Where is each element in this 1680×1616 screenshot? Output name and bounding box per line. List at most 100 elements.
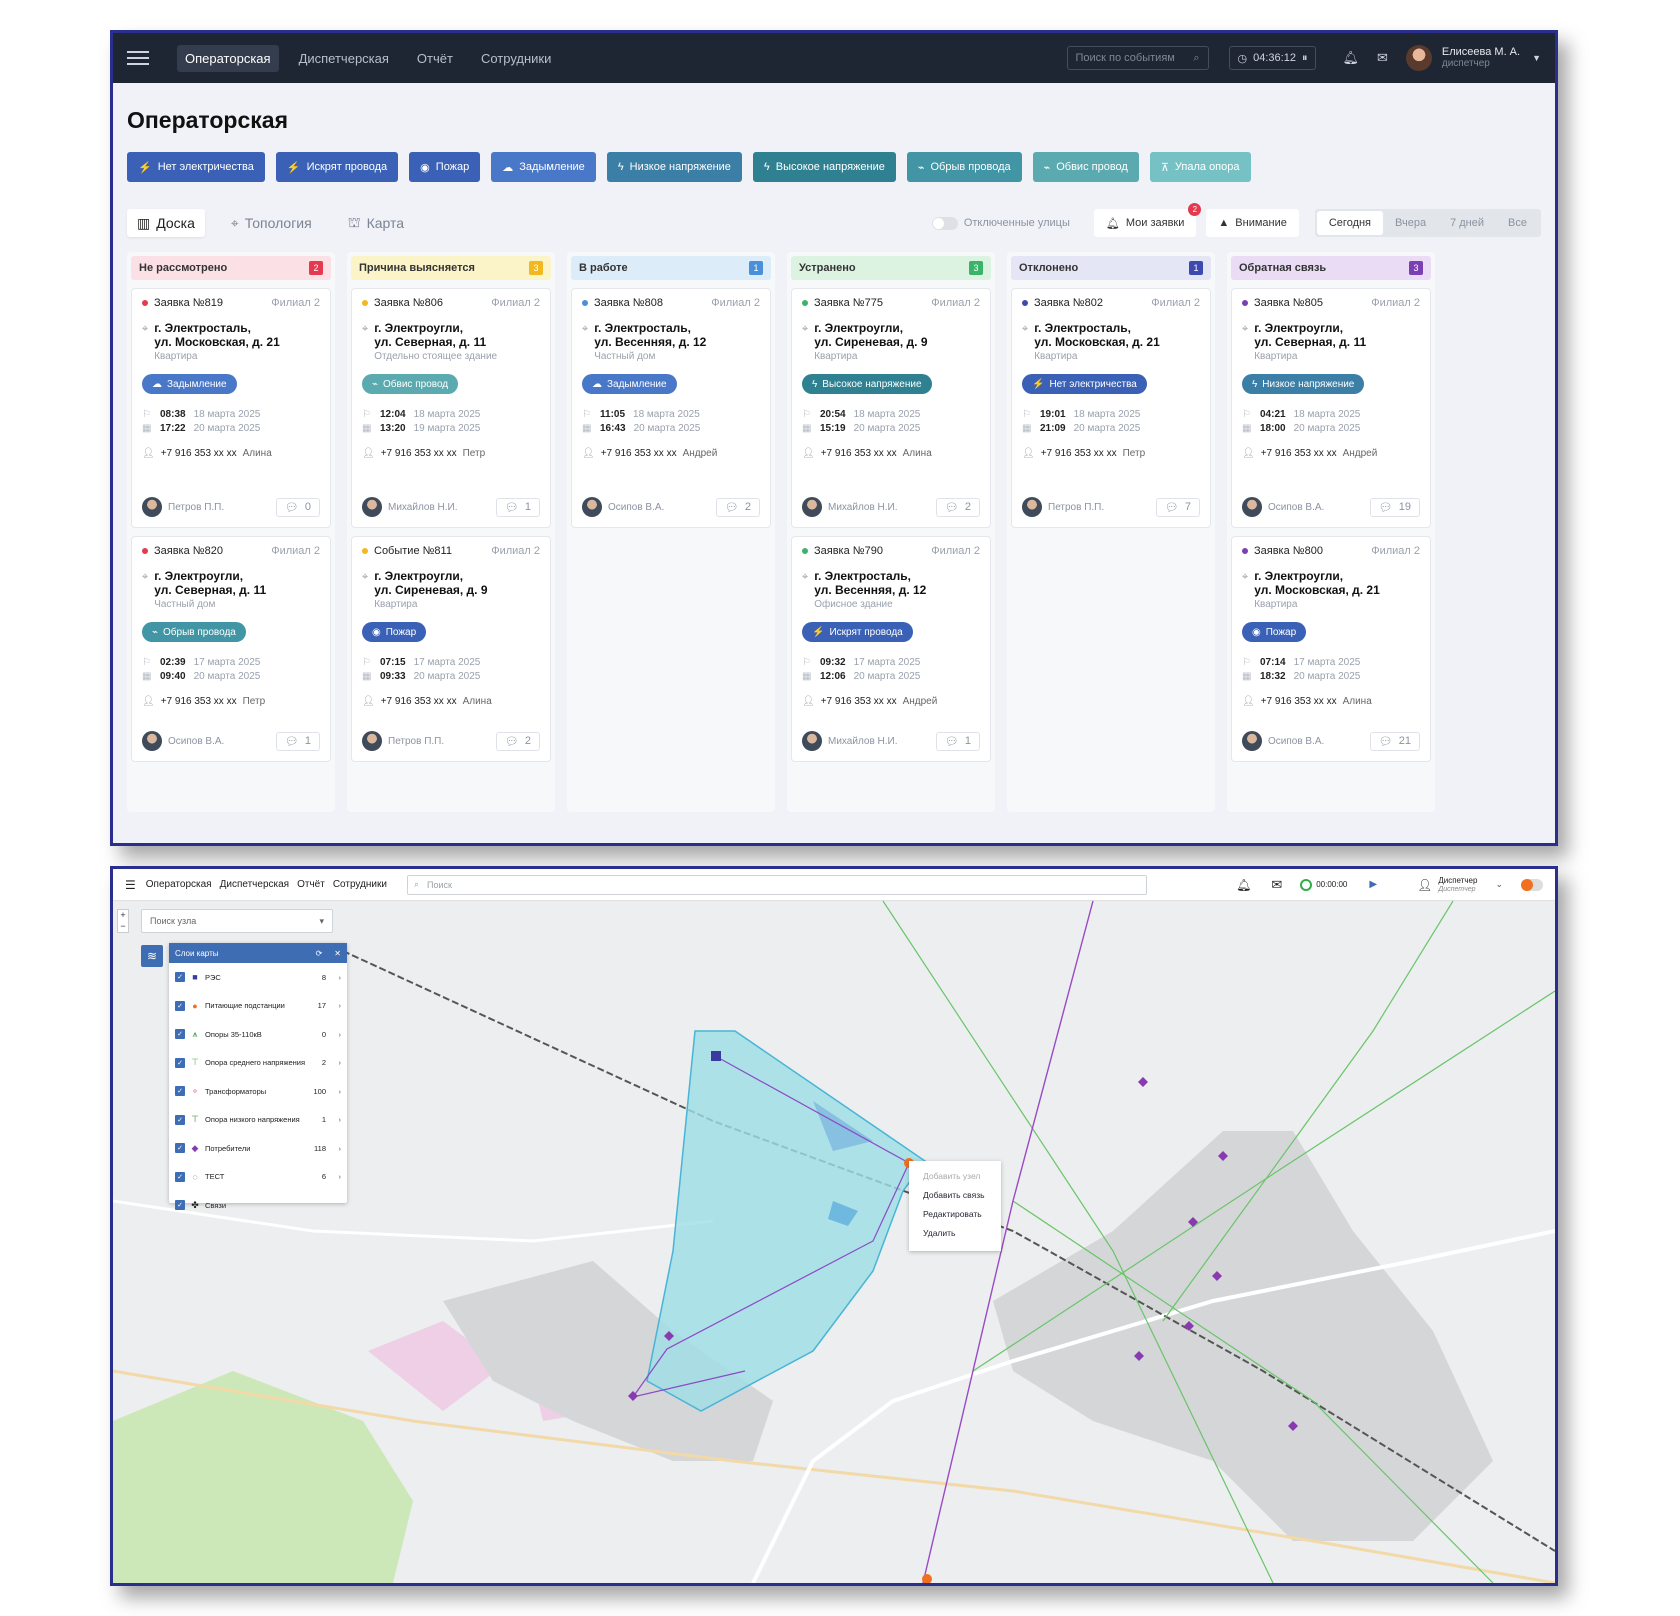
event-button[interactable]: ⌁ Обвис провод [1032, 152, 1139, 182]
map-user-info[interactable]: Диспетчер Диспетчер [1438, 876, 1477, 894]
disabled-streets-toggle[interactable] [931, 216, 958, 230]
event-button[interactable]: ◉ Пожар [409, 152, 481, 182]
comments-button[interactable]: 💬︎ 0 [275, 497, 320, 517]
comments-button[interactable]: 💬︎ 1 [275, 731, 320, 751]
event-button[interactable]: ϟ Высокое напряжение [752, 152, 896, 182]
request-card[interactable]: Заявка №806 Филиал 2 ⌖ г. Электроугли, ул. С… [351, 288, 551, 528]
my-requests-button[interactable]: 🔔︎ Мои заявки 2 [1093, 203, 1202, 237]
bell-icon[interactable]: 🔔︎ [1236, 878, 1251, 892]
comments-button[interactable]: 💬︎ 2 [495, 731, 540, 751]
event-button[interactable]: ⌁ Обрыв провода [906, 152, 1022, 182]
comments-button[interactable]: 💬︎ 19 [1369, 497, 1420, 517]
layer-checkbox[interactable]: ✓ [175, 1086, 185, 1097]
zoom-control[interactable]: + − [117, 909, 129, 933]
shift-timer[interactable]: ◷ 04:36:12 ⏸ [1228, 46, 1317, 70]
context-add-node[interactable]: Добавить узел [923, 1167, 987, 1186]
nav-tab-report[interactable]: Отчёт [409, 45, 461, 72]
nav-tab-report[interactable]: Отчёт [297, 879, 325, 890]
chevron-right-icon[interactable]: › [331, 1087, 342, 1096]
nav-tab-operator[interactable]: Операторская [177, 44, 279, 72]
comments-button[interactable]: 💬︎ 1 [935, 731, 980, 751]
nav-tab-employees[interactable]: Сотрудники [473, 45, 559, 72]
event-button[interactable]: ☁ Задымление [491, 152, 596, 182]
layer-row[interactable]: ✓ ✤ Связи [169, 1191, 347, 1220]
chevron-down-icon[interactable]: ⌄ [1495, 879, 1503, 890]
layer-row[interactable]: ✓ ⩚ Опоры 35-110кВ 0 › [169, 1020, 347, 1049]
event-button[interactable]: ⚡ Искрят провода [275, 152, 399, 182]
tab-board[interactable]: ▥ Доска [127, 209, 205, 237]
period-yesterday[interactable]: Вчера [1383, 211, 1438, 235]
zoom-in-icon[interactable]: + [118, 910, 128, 921]
layer-checkbox[interactable]: ✓ [175, 1057, 185, 1068]
map-search-input[interactable]: ⌕ Поиск [406, 874, 1147, 895]
status-toggle[interactable] [1521, 878, 1543, 891]
bell-icon[interactable]: 🔔︎ [1342, 50, 1359, 66]
attention-button[interactable]: ▲ Внимание [1206, 209, 1299, 237]
layer-row[interactable]: ✓ ⊤ Опора среднего напряжения 2 › [169, 1049, 347, 1078]
nav-tab-dispatcher[interactable]: Диспетчерская [291, 45, 397, 72]
layer-checkbox[interactable]: ✓ [175, 1000, 185, 1011]
context-delete[interactable]: Удалить [923, 1224, 987, 1243]
layer-row[interactable]: ✓ ■ РЭС 8 › [169, 963, 347, 992]
res-node[interactable] [711, 1051, 721, 1061]
nav-tab-employees[interactable]: Сотрудники [333, 879, 387, 890]
request-card[interactable]: Заявка №805 Филиал 2 ⌖ г. Электроугли, ул. С… [1231, 288, 1431, 528]
chevron-right-icon[interactable]: › [331, 1144, 342, 1153]
comments-button[interactable]: 💬︎ 1 [495, 497, 540, 517]
request-card[interactable]: Заявка №775 Филиал 2 ⌖ г. Электроугли, ул. С… [791, 288, 991, 528]
layer-checkbox[interactable]: ✓ [175, 972, 185, 983]
phone-status-icon[interactable] [1300, 878, 1313, 891]
request-card[interactable]: Заявка №819 Филиал 2 ⌖ г. Электросталь, ул. … [131, 288, 331, 528]
event-button[interactable]: ⊼ Упала опора [1149, 152, 1251, 182]
event-button[interactable]: ϟ Низкое напряжение [606, 152, 742, 182]
layer-checkbox[interactable]: ✓ [175, 1114, 185, 1125]
comments-button[interactable]: 💬︎ 2 [715, 497, 760, 517]
nav-tab-operator[interactable]: Операторская [146, 879, 212, 890]
period-all[interactable]: Все [1496, 211, 1539, 235]
layer-row[interactable]: ✓ ◆ Потребители 118 › [169, 1134, 347, 1163]
menu-icon[interactable] [127, 51, 149, 65]
period-7-days[interactable]: 7 дней [1438, 211, 1496, 235]
period-today[interactable]: Сегодня [1316, 211, 1384, 235]
event-search-input[interactable]: Поиск по событиям ⌕ [1066, 46, 1209, 70]
layer-checkbox[interactable]: ✓ [175, 1029, 185, 1040]
request-card[interactable]: Заявка №820 Филиал 2 ⌖ г. Электроугли, ул. С… [131, 536, 331, 762]
chevron-right-icon[interactable]: › [331, 1058, 342, 1067]
comments-button[interactable]: 💬︎ 7 [1155, 497, 1200, 517]
request-card[interactable]: Заявка №800 Филиал 2 ⌖ г. Электроугли, ул. М… [1231, 536, 1431, 762]
tab-topology[interactable]: ⌖ Топология [221, 209, 322, 237]
pause-icon[interactable]: ⏸ [1302, 52, 1308, 65]
close-icon[interactable]: ✕ [334, 949, 341, 958]
context-edit[interactable]: Редактировать [923, 1205, 987, 1224]
chevron-right-icon[interactable]: › [331, 973, 342, 982]
request-card[interactable]: Заявка №808 Филиал 2 ⌖ г. Электросталь, ул. … [571, 288, 771, 528]
event-button[interactable]: ⚡ Нет электричества [127, 152, 265, 182]
zoom-out-icon[interactable]: − [118, 921, 128, 932]
refresh-icon[interactable]: ⟳ [316, 949, 323, 958]
layer-checkbox[interactable]: ✓ [175, 1200, 185, 1211]
request-card[interactable]: Событие №811 Филиал 2 ⌖ г. Электроугли, ул. … [351, 536, 551, 762]
chevron-right-icon[interactable]: › [331, 1172, 342, 1181]
tab-map[interactable]: ⛫ Карта [338, 209, 414, 237]
layers-icon[interactable]: ≋ [141, 945, 163, 967]
chevron-down-icon[interactable]: ▼ [1532, 53, 1541, 63]
comments-button[interactable]: 💬︎ 2 [935, 497, 980, 517]
layer-checkbox[interactable]: ✓ [175, 1171, 185, 1182]
chevron-right-icon[interactable]: › [331, 1115, 342, 1124]
context-add-link[interactable]: Добавить связь [923, 1186, 987, 1205]
chevron-right-icon[interactable]: › [331, 1030, 342, 1039]
play-icon[interactable]: ▶ [1369, 879, 1377, 890]
layer-row[interactable]: ✓ ● Питающие подстанции 17 › [169, 992, 347, 1021]
request-card[interactable]: Заявка №802 Филиал 2 ⌖ г. Электросталь, ул. … [1011, 288, 1211, 528]
map-canvas[interactable]: + − Поиск узла ▾ ≋ Слои карты ⟳ ✕ ✓ ■ РЭС 8 › ✓ ●… [113, 900, 1555, 1583]
comments-button[interactable]: 💬︎ 21 [1369, 731, 1420, 751]
mail-icon[interactable]: ✉ [1377, 50, 1388, 66]
node-search-select[interactable]: Поиск узла ▾ [141, 909, 333, 933]
layer-checkbox[interactable]: ✓ [175, 1143, 185, 1154]
avatar[interactable] [1405, 45, 1432, 71]
chevron-right-icon[interactable]: › [331, 1001, 342, 1010]
nav-tab-dispatcher[interactable]: Диспетчерская [220, 879, 290, 890]
request-card[interactable]: Заявка №790 Филиал 2 ⌖ г. Электросталь, ул. … [791, 536, 991, 762]
layer-row[interactable]: ✓ ⚬ Трансформаторы 100 › [169, 1077, 347, 1106]
layer-row[interactable]: ✓ ⊤ Опора низкого напряжения 1 › [169, 1106, 347, 1135]
